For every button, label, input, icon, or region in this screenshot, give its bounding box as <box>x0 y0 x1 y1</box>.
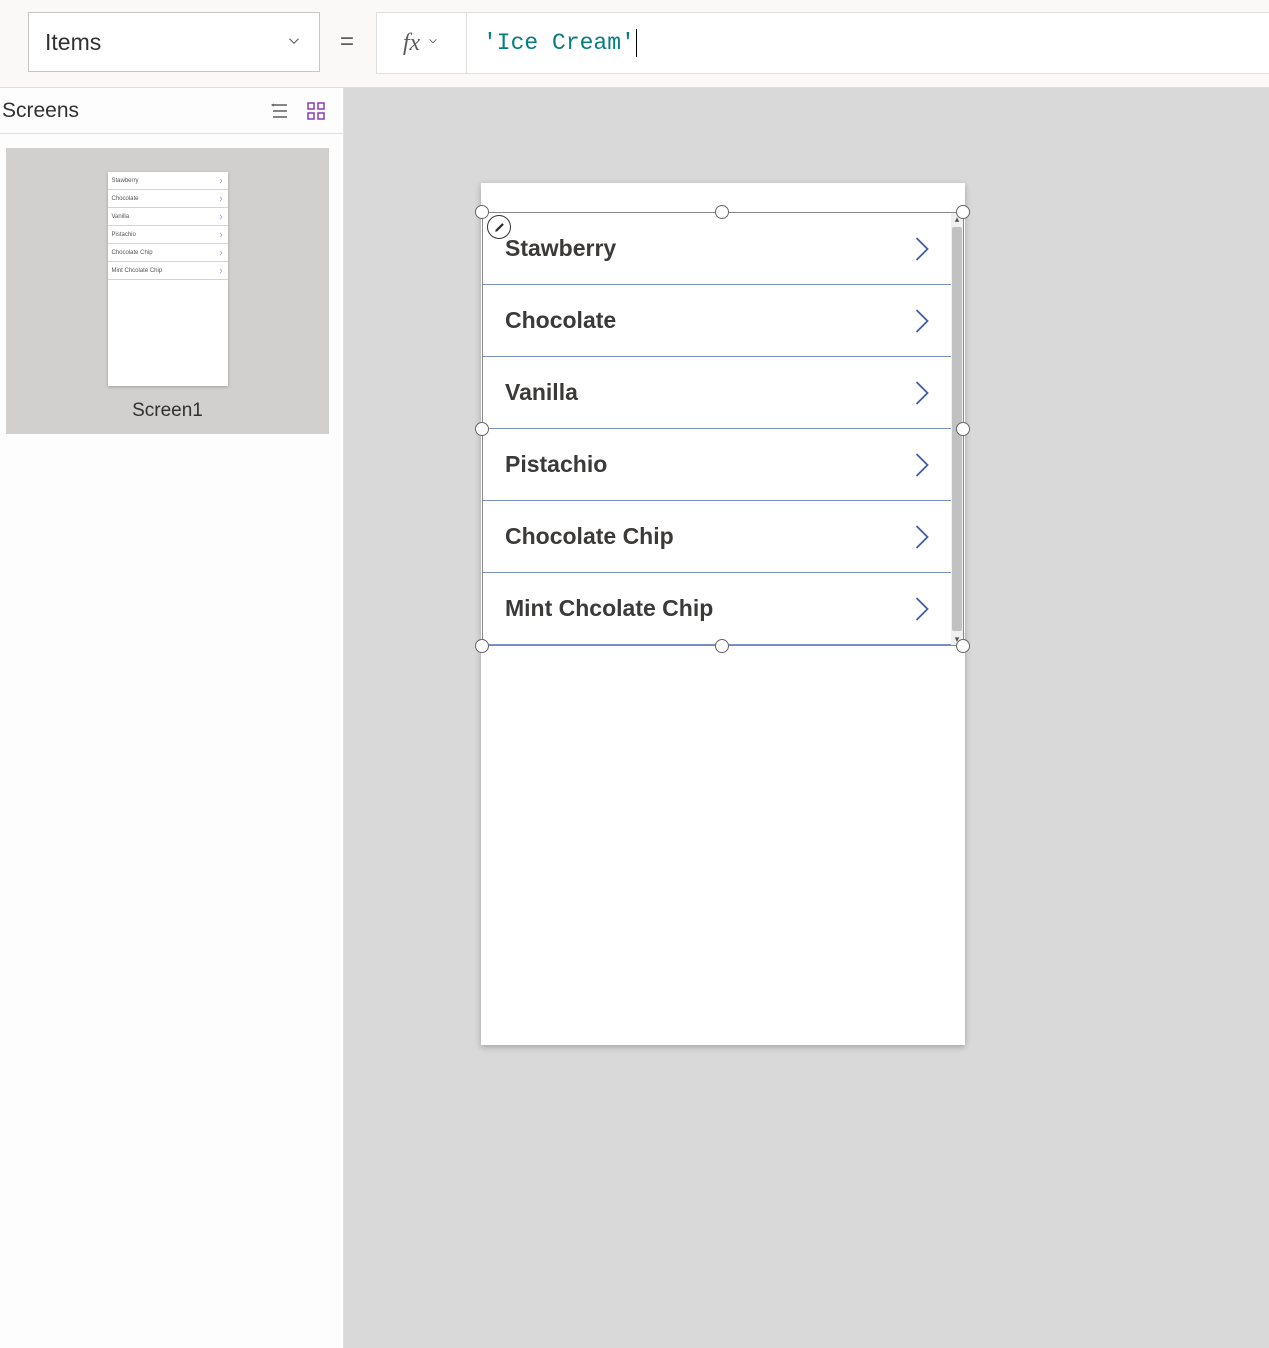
chevron-right-icon <box>218 268 224 274</box>
chevron-right-icon[interactable] <box>911 522 933 552</box>
resize-handle-ne[interactable] <box>956 205 970 219</box>
resize-handle-w[interactable] <box>475 422 489 436</box>
thumbnail-item-label: Chocolate <box>112 196 139 202</box>
chevron-right-icon[interactable] <box>911 450 933 480</box>
screen-thumbnail: Stawberry Chocolate Vanilla Pistachio Chocol… <box>108 172 228 386</box>
chevron-right-icon[interactable] <box>911 378 933 408</box>
thumbnail-gallery-item: Vanilla <box>108 208 228 226</box>
resize-handle-nw[interactable] <box>475 205 489 219</box>
resize-handle-se[interactable] <box>956 639 970 653</box>
thumbnail-item-label: Mint Chcolate Chip <box>112 268 163 274</box>
property-selector-value: Items <box>45 29 101 56</box>
thumbnail-item-label: Stawberry <box>112 178 139 184</box>
chevron-right-icon[interactable] <box>911 234 933 264</box>
chevron-right-icon <box>218 178 224 184</box>
gallery-item-label: Vanilla <box>505 379 578 406</box>
gallery-item[interactable]: Stawberry <box>483 213 951 285</box>
screens-panel: Screens Stawberry Chocolate Vanilla Pistach… <box>0 88 344 1348</box>
text-caret <box>636 29 637 57</box>
screens-panel-header: Screens <box>0 88 343 134</box>
chevron-right-icon[interactable] <box>911 594 933 624</box>
property-selector[interactable]: Items <box>28 12 320 72</box>
thumbnail-gallery-item: Chocolate <box>108 190 228 208</box>
thumbnail-gallery-item: Pistachio <box>108 226 228 244</box>
tree-view-button[interactable] <box>265 96 295 126</box>
resize-handle-n[interactable] <box>715 205 729 219</box>
fx-icon: fx <box>403 30 420 57</box>
chevron-right-icon[interactable] <box>911 306 933 336</box>
chevron-right-icon <box>218 196 224 202</box>
gallery-item-label: Pistachio <box>505 451 607 478</box>
chevron-down-icon <box>285 29 303 56</box>
gallery-item[interactable]: Mint Chcolate Chip <box>483 573 951 645</box>
gallery-item[interactable]: Vanilla <box>483 357 951 429</box>
gallery-item-label: Stawberry <box>505 235 616 262</box>
gallery-item-label: Chocolate <box>505 307 616 334</box>
resize-handle-s[interactable] <box>715 639 729 653</box>
edit-gallery-button[interactable] <box>487 215 511 239</box>
chevron-right-icon <box>218 232 224 238</box>
thumbnail-view-button[interactable] <box>301 96 331 126</box>
gallery-item-label: Chocolate Chip <box>505 523 674 550</box>
resize-handle-e[interactable] <box>956 422 970 436</box>
formula-bar: Items = fx 'Ice Cream' <box>0 0 1269 88</box>
chevron-right-icon <box>218 214 224 220</box>
gallery-item-label: Mint Chcolate Chip <box>505 595 713 622</box>
chevron-down-icon <box>426 34 440 53</box>
equals-sign: = <box>340 28 354 56</box>
canvas-area[interactable]: Stawberry Chocolate Vanilla Pistachio Chocol… <box>344 88 1269 1348</box>
thumbnail-item-label: Vanilla <box>112 214 130 220</box>
thumbnail-item-label: Pistachio <box>112 232 136 238</box>
thumbnail-gallery-item: Stawberry <box>108 172 228 190</box>
thumbnail-gallery-item: Chocolate Chip <box>108 244 228 262</box>
fx-expand-button[interactable]: fx <box>376 12 466 74</box>
screens-panel-title: Screens <box>0 99 259 123</box>
gallery-item[interactable]: Pistachio <box>483 429 951 501</box>
resize-handle-sw[interactable] <box>475 639 489 653</box>
gallery-item[interactable]: Chocolate <box>483 285 951 357</box>
formula-text: 'Ice Cream' <box>483 30 635 56</box>
formula-input[interactable]: 'Ice Cream' <box>466 12 1269 74</box>
gallery-control[interactable]: Stawberry Chocolate Vanilla Pistachio Chocol… <box>482 212 964 646</box>
gallery-item[interactable]: Chocolate Chip <box>483 501 951 573</box>
screen-thumbnail-card[interactable]: Stawberry Chocolate Vanilla Pistachio Chocol… <box>6 148 329 434</box>
thumbnail-gallery-item: Mint Chcolate Chip <box>108 262 228 280</box>
thumbnail-item-label: Chocolate Chip <box>112 250 153 256</box>
chevron-right-icon <box>218 250 224 256</box>
screen-thumbnail-label: Screen1 <box>54 400 281 422</box>
app-screen-canvas[interactable]: Stawberry Chocolate Vanilla Pistachio Chocol… <box>481 183 965 1045</box>
